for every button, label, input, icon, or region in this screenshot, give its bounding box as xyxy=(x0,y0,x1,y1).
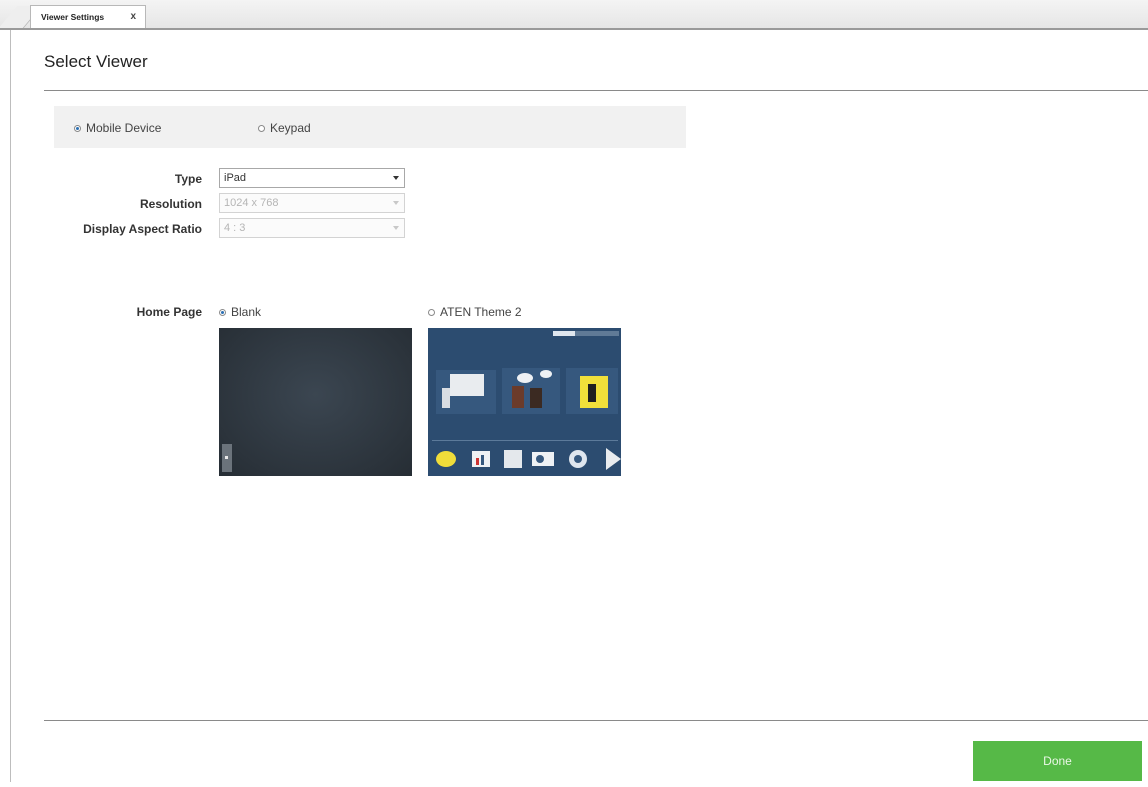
viewer-mode-panel: Mobile Device Keypad xyxy=(54,106,686,148)
screen-icon xyxy=(504,450,522,468)
lightbulb-icon xyxy=(436,451,456,467)
radio-label: Keypad xyxy=(270,121,311,135)
chevron-down-icon xyxy=(393,201,399,205)
panel-border xyxy=(10,30,11,782)
divider xyxy=(44,90,1148,91)
aspect-ratio-select: 4 : 3 xyxy=(219,218,405,238)
tab-strip: Viewer Settings x xyxy=(0,0,1148,30)
close-icon[interactable]: x xyxy=(130,11,136,22)
radio-unselected-icon xyxy=(258,124,265,132)
radio-blank[interactable]: Blank xyxy=(219,305,261,319)
type-label: Type xyxy=(174,172,202,186)
blank-theme-preview[interactable] xyxy=(219,328,412,476)
radio-keypad[interactable]: Keypad xyxy=(258,121,311,135)
radio-unselected-icon xyxy=(428,308,435,316)
radio-selected-icon xyxy=(74,124,81,132)
presenter-icon xyxy=(566,368,618,414)
aten-theme-preview[interactable] xyxy=(428,328,621,476)
meeting-people-icon xyxy=(502,368,560,414)
radio-selected-icon xyxy=(219,308,226,316)
type-value: iPad xyxy=(224,172,247,184)
radio-mobile-device[interactable]: Mobile Device xyxy=(74,121,161,135)
theme-preview-art xyxy=(432,368,621,470)
drawer-handle-icon xyxy=(222,444,232,472)
tab-viewer-settings[interactable]: Viewer Settings x xyxy=(30,5,146,28)
divider xyxy=(44,720,1148,721)
radio-aten-theme-2[interactable]: ATEN Theme 2 xyxy=(428,305,522,319)
resolution-select: 1024 x 768 xyxy=(219,193,405,213)
resolution-value: 1024 x 768 xyxy=(224,197,279,209)
radio-label: Mobile Device xyxy=(86,121,162,135)
type-select[interactable]: iPad xyxy=(219,168,405,188)
resolution-label: Resolution xyxy=(140,197,202,211)
play-icon xyxy=(606,448,621,470)
aspect-ratio-value: 4 : 3 xyxy=(224,222,246,234)
home-page-label: Home Page xyxy=(136,305,202,319)
radio-label: Blank xyxy=(231,305,262,319)
projector-screen-icon xyxy=(436,370,496,414)
page-title: Select Viewer xyxy=(44,52,148,71)
chevron-down-icon xyxy=(393,226,399,230)
tab-label: Viewer Settings xyxy=(41,12,105,22)
done-button[interactable]: Done xyxy=(973,741,1142,781)
radio-label: ATEN Theme 2 xyxy=(440,305,522,319)
chevron-down-icon xyxy=(393,176,399,180)
aspect-ratio-label: Display Aspect Ratio xyxy=(83,222,202,236)
